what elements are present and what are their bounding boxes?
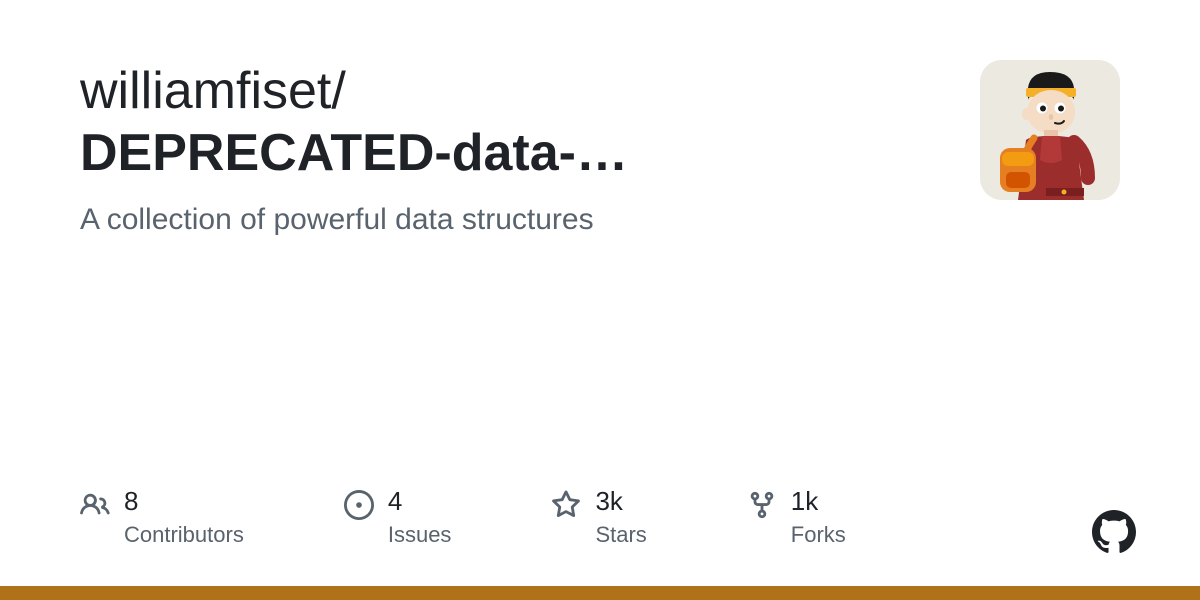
fork-icon — [747, 490, 777, 520]
avatar[interactable] — [980, 60, 1120, 200]
language-bar — [0, 586, 1200, 600]
stat-contributors[interactable]: 8 Contributors — [80, 488, 244, 548]
card-container: williamfiset/ DEPRECATED-data-… A collec… — [0, 0, 1200, 600]
contributors-label: Contributors — [124, 522, 244, 548]
header-row: williamfiset/ DEPRECATED-data-… A collec… — [80, 60, 1120, 237]
stat-stars[interactable]: 3k Stars — [551, 488, 646, 548]
stats-row: 8 Contributors 4 Issues 3k Stars — [80, 488, 846, 548]
stat-forks[interactable]: 1k Forks — [747, 488, 846, 548]
stat-text: 4 Issues — [388, 488, 452, 548]
people-icon — [80, 490, 110, 520]
stat-text: 1k Forks — [791, 488, 846, 548]
stars-value: 3k — [595, 488, 646, 514]
repo-owner[interactable]: williamfiset/ — [80, 60, 940, 122]
forks-value: 1k — [791, 488, 846, 514]
issue-icon — [344, 490, 374, 520]
stars-label: Stars — [595, 522, 646, 548]
repo-name[interactable]: DEPRECATED-data-… — [80, 122, 840, 184]
stat-text: 8 Contributors — [124, 488, 244, 548]
repo-description: A collection of powerful data structures — [80, 203, 940, 237]
star-icon — [551, 490, 581, 520]
stat-text: 3k Stars — [595, 488, 646, 548]
issues-label: Issues — [388, 522, 452, 548]
forks-label: Forks — [791, 522, 846, 548]
contributors-value: 8 — [124, 488, 244, 514]
github-logo-icon[interactable] — [1092, 510, 1136, 554]
issues-value: 4 — [388, 488, 452, 514]
title-block: williamfiset/ DEPRECATED-data-… A collec… — [80, 60, 940, 237]
stat-issues[interactable]: 4 Issues — [344, 488, 452, 548]
